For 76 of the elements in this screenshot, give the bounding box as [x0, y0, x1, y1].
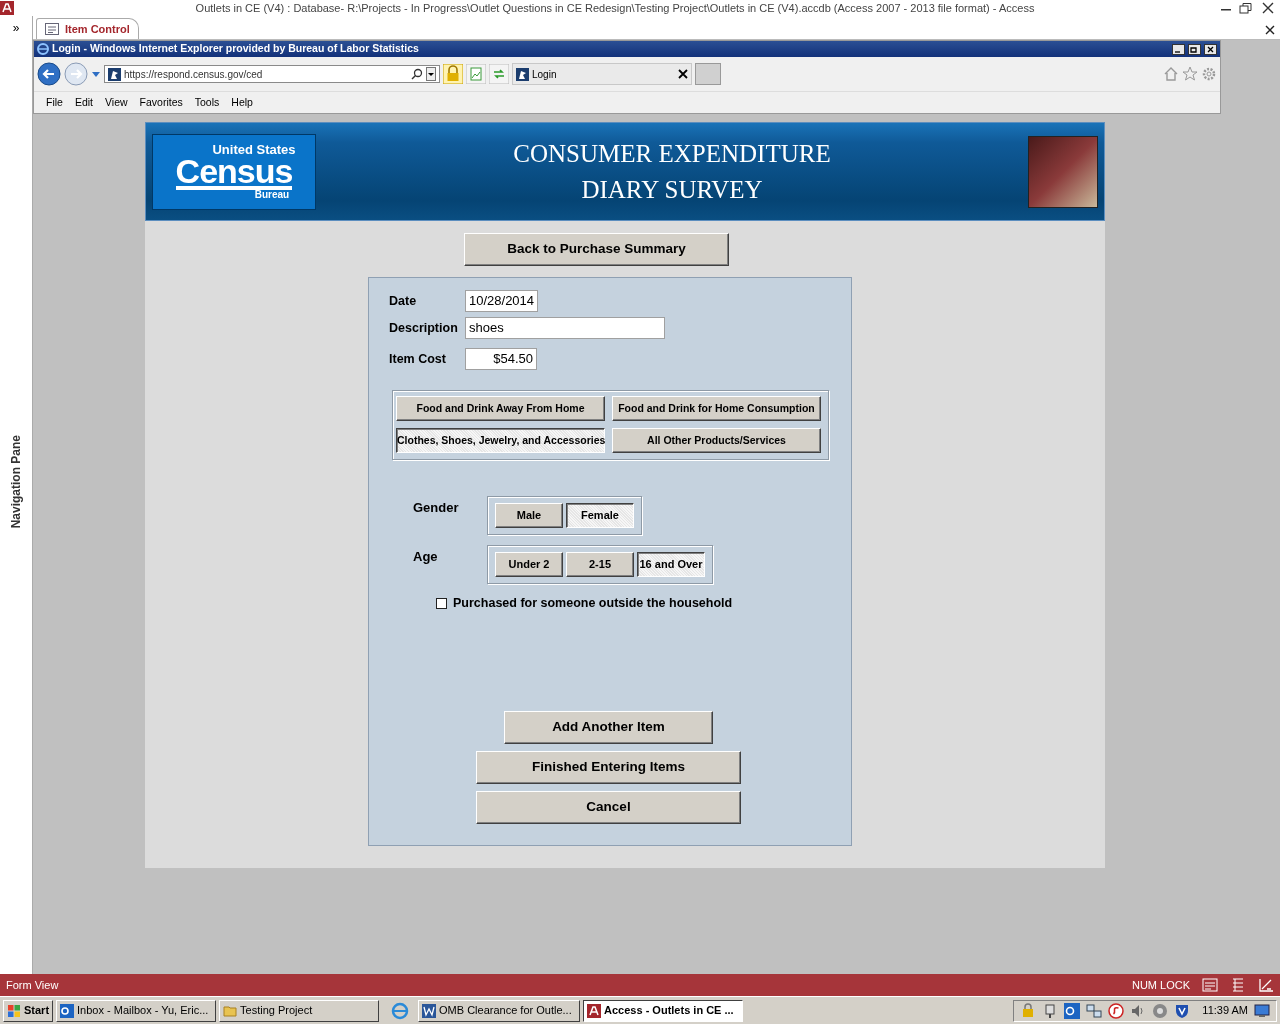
category-button[interactable]: Food and Drink for Home Consumption	[612, 396, 821, 421]
taskbar-button[interactable]: Inbox - Mailbox - Yu, Eric...	[56, 999, 217, 1022]
datasheet-view-icon[interactable]	[1230, 978, 1246, 992]
action-button[interactable]: Cancel	[476, 790, 741, 824]
clock: 11:39 AM	[1202, 1003, 1248, 1019]
address-bar[interactable]: https://respond.census.gov/ced	[104, 65, 440, 83]
taskbar-button[interactable]: OMB Clearance for Outle...	[418, 999, 581, 1022]
network-icon[interactable]	[1086, 1002, 1103, 1019]
start-button[interactable]: Start	[3, 999, 54, 1022]
window-title: Outlets in CE (V4) : Database- R:\Projects - In Progress\Outlet Questions in CE Redesign\Testing Project\Outlets in CE (V4).accdb (Access 2007 - 2013 file format) - Access	[194, 0, 1036, 16]
category-button[interactable]: Clothes, Shoes, Jewelry, and Accessories	[396, 428, 605, 453]
category-button[interactable]: Food and Drink Away From Home	[396, 396, 605, 421]
field-label: Age	[413, 548, 439, 566]
option-button[interactable]: Male	[495, 503, 563, 528]
menu-item[interactable]: View	[105, 94, 128, 111]
input-field[interactable]: 10/28/2014	[465, 290, 539, 312]
browser-tab[interactable]: Login	[512, 63, 692, 85]
logo-text: Bureau	[254, 190, 290, 200]
category-button[interactable]: All Other Products/Services	[612, 428, 821, 453]
menu-item[interactable]: Edit	[74, 94, 93, 111]
nav-pane-toggle[interactable]: »	[12, 19, 20, 37]
document-app-icon	[422, 1003, 437, 1018]
status-indicator: NUM LOCK	[1131, 977, 1190, 993]
option-button[interactable]: Female	[566, 503, 634, 528]
menu-item[interactable]: Help	[231, 94, 253, 111]
form-view-icon[interactable]	[1202, 978, 1218, 992]
disc-icon[interactable]	[1152, 1002, 1169, 1019]
menu-item[interactable]: File	[46, 94, 63, 111]
windows-logo-icon	[7, 1003, 21, 1018]
field-label: Date	[389, 292, 418, 310]
desktop-icon[interactable]	[1254, 1003, 1270, 1018]
browser-logo-icon	[37, 43, 49, 55]
logo-text: Census	[175, 156, 293, 190]
form-icon	[45, 22, 59, 35]
taskbar-button[interactable]: Testing Project	[219, 999, 380, 1022]
site-icon	[516, 67, 529, 81]
option-button[interactable]: 16 and Over	[637, 552, 705, 577]
mail-app-icon	[60, 1003, 75, 1018]
tab-label: Login	[532, 67, 558, 82]
banner-title: DIARY SURVEY	[581, 174, 763, 205]
field-label: Description	[389, 319, 459, 337]
taskbar-button[interactable]: Access - Outlets in CE ...	[583, 999, 744, 1022]
banner-title: CONSUMER EXPENDITURE	[513, 138, 831, 169]
back-icon[interactable]	[37, 62, 61, 86]
design-view-icon[interactable]	[1258, 978, 1274, 992]
option-button[interactable]: Under 2	[495, 552, 563, 577]
field-label: Item Cost	[389, 350, 447, 368]
logo-text: United States	[212, 143, 296, 156]
menu-item[interactable]: Favorites	[139, 94, 183, 111]
padlock-icon[interactable]	[443, 64, 463, 84]
back-button[interactable]: Back to Purchase Summary	[464, 233, 729, 266]
address-text: https://respond.census.gov/ced	[124, 67, 264, 82]
search-icon[interactable]	[411, 68, 423, 80]
menu-item[interactable]: Tools	[194, 94, 220, 111]
restore-icon[interactable]	[1188, 43, 1201, 55]
checkbox[interactable]	[436, 597, 447, 609]
action-button[interactable]: Finished Entering Items	[476, 750, 741, 784]
input-field[interactable]: shoes	[465, 317, 665, 339]
minimize-icon[interactable]	[1172, 43, 1185, 55]
navigation-pane-label[interactable]: Navigation Pane	[7, 435, 25, 529]
browser-title: Login - Windows Internet Explorer provided by Bureau of Labor Statistics	[52, 41, 420, 57]
close-icon[interactable]	[1204, 43, 1217, 55]
site-icon	[108, 67, 121, 81]
input-field[interactable]: $54.50	[465, 348, 537, 370]
checkbox-label: Purchased for someone outside the household	[453, 595, 733, 612]
dropdown-icon[interactable]	[426, 67, 436, 81]
folder-icon	[223, 1003, 238, 1018]
document-tab[interactable]: Item Control	[36, 17, 139, 39]
status-text: Form View	[6, 977, 60, 993]
field-label: Gender	[413, 499, 460, 517]
star-icon[interactable]	[1182, 66, 1198, 82]
action-button[interactable]: Add Another Item	[504, 710, 713, 744]
mail-app-icon[interactable]	[1064, 1002, 1081, 1019]
close-icon[interactable]	[678, 69, 688, 79]
access-app-icon	[587, 1003, 602, 1018]
option-button[interactable]: 2-15	[566, 552, 634, 577]
